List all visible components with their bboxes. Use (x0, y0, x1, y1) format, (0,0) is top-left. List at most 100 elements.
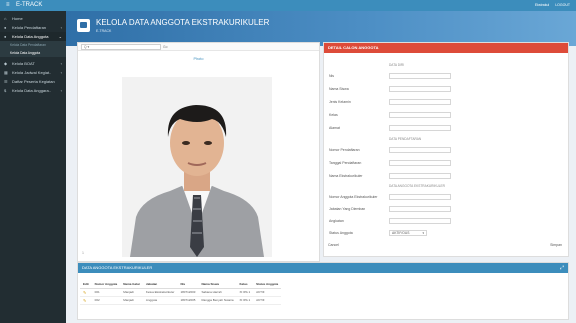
label-status: Status Anggota (329, 231, 353, 235)
kelas-field[interactable] (389, 112, 451, 118)
table-cell: XI IPA 1 (236, 288, 254, 297)
sidebar-item-label: Kelola Data Anggota (12, 34, 49, 39)
table-cell: Manjadi (120, 288, 143, 297)
label-tgl-daftar: Tanggal Pendaftaran (329, 161, 362, 165)
col-status[interactable]: Status Anggota (253, 281, 282, 289)
col-nama-siswa[interactable]: Nama Siswa (198, 281, 237, 289)
col-jabatan[interactable]: Jabatan (142, 281, 178, 289)
menu-icon[interactable]: ≡ (6, 2, 10, 8)
form-title: DETAIL CALON ANGGOTA (324, 43, 568, 53)
go-button[interactable]: Go (163, 44, 175, 50)
calendar-icon: ▦ (4, 70, 8, 75)
sidebar-item-peserta[interactable]: ☰ Daftar Peserta Kegiatan (0, 77, 66, 86)
label-alamat: Alamat (329, 126, 340, 130)
col-nomor-anggota[interactable]: Nomor Anggota (91, 281, 121, 289)
logout-link[interactable]: LOGOUT (555, 3, 570, 8)
tanggal-pendaftaran-field[interactable] (389, 160, 451, 166)
alamat-field[interactable] (389, 125, 451, 131)
table-cell: 180712003 (177, 288, 199, 297)
chevron-left-icon: ‹ (60, 88, 62, 93)
breadcrumb[interactable]: E-TRACK (96, 29, 111, 33)
sidebar-item-anggota[interactable]: ● Kelola Data Anggota ⌄ (0, 32, 66, 41)
page-title: KELOLA DATA ANGGOTA EKSTRAKURIKULER (96, 18, 270, 27)
status-select[interactable]: AKTIF/OUS ▾ (389, 230, 427, 236)
cancel-button[interactable]: Cancel (328, 243, 339, 247)
nis-field[interactable] (389, 73, 451, 79)
sidebar-subitem-anggota[interactable]: Kelola Data Anggota (0, 49, 66, 57)
photo-footer: 1 (82, 251, 84, 255)
sidebar-item-jadwal[interactable]: ▦ Kelola Jadwal Kegiat.. ‹ (0, 68, 66, 77)
angkatan-field[interactable] (389, 218, 451, 224)
table-title: DATA ANGGOTA EKSTRAKURIKULER (78, 263, 568, 273)
table-header-row: Edit Nomor Anggota Nama Gelar Jabatan Ni… (80, 281, 282, 289)
label-no-daftar: Nomor Pendaftaran (329, 148, 360, 152)
jabatan-field[interactable] (389, 206, 451, 212)
member-photo-image (122, 77, 272, 257)
chevron-left-icon: ‹ (60, 61, 62, 66)
table-cell: AKTIF (253, 296, 282, 305)
home-icon: ⌂ (4, 16, 7, 21)
sidebar-item-label: Kelola Jadwal Kegiat.. (12, 70, 52, 75)
members-table: Edit Nomor Anggota Nama Gelar Jabatan Ni… (80, 281, 282, 305)
table-cell: Ketua Ekstrakurikuler (142, 288, 178, 297)
dollar-icon: $ (4, 88, 7, 93)
sidebar: ⌂ Home ● Kelola Pendaftaran ‹ ● Kelola D… (0, 11, 66, 323)
table-cell: 180712005 (177, 296, 199, 305)
label-kelas: Kelas (329, 113, 338, 117)
search-input[interactable]: Q ▾ (81, 44, 161, 50)
top-navbar: ≡ E-TRACK Ekstrakul LOGOUT (0, 0, 576, 11)
boat-icon: ◆ (4, 61, 8, 66)
table-cell: 001 (91, 288, 121, 297)
table-cell: Anggota (142, 296, 178, 305)
topbar-right: Ekstrakul LOGOUT (535, 3, 570, 8)
sidebar-subitem-pendaftaran[interactable]: Kelola Data Pendaftaran (0, 41, 66, 49)
sidebar-item-boat[interactable]: ◆ Kelola BOAT ‹ (0, 59, 66, 68)
photo-panel: Q ▾ Go Photo 1 (77, 42, 320, 262)
sidebar-item-anggaran[interactable]: $ Kelola Data Anggara.. ‹ (0, 86, 66, 95)
col-nama-gelar[interactable]: Nama Gelar (120, 281, 143, 289)
label-no-anggota: Nomor Anggota Ekstrakurikuler (329, 195, 378, 199)
col-edit[interactable]: Edit (80, 281, 92, 289)
label-jk: Jenis Kelamin (329, 100, 351, 104)
nomor-anggota-field[interactable] (389, 194, 451, 200)
chevron-down-icon: ⌄ (58, 34, 62, 39)
folder-icon (77, 19, 90, 32)
table-row[interactable]: ✎ 001 Manjadi Ketua Ekstrakurikuler 1807… (80, 288, 282, 297)
col-kelas[interactable]: Kelas (236, 281, 254, 289)
table-row[interactable]: ✎ 002 Manjadi Anggota 180712005 Rangga B… (80, 296, 282, 305)
sidebar-item-home[interactable]: ⌂ Home (0, 14, 66, 23)
nama-field[interactable] (389, 86, 451, 92)
col-nis[interactable]: Nis (177, 281, 199, 289)
jenis-kelamin-field[interactable] (389, 99, 451, 105)
sidebar-item-label: Daftar Peserta Kegiatan (12, 79, 55, 84)
chevron-left-icon: ‹ (60, 70, 62, 75)
detail-form-panel: DETAIL CALON ANGGOTA DATA DIRI Nis Nama … (323, 42, 569, 257)
sidebar-item-label: Kelola Pendaftaran (12, 25, 47, 30)
table-cell: Sabana Harrah (198, 288, 237, 297)
save-button[interactable]: Simpan (550, 243, 562, 247)
user-menu[interactable]: Ekstrakul (535, 3, 549, 8)
chevron-left-icon: ‹ (60, 25, 62, 30)
member-photo (122, 77, 272, 257)
edit-icon[interactable]: ✎ (80, 288, 92, 297)
photo-label: Photo (193, 57, 204, 61)
sidebar-item-label: Kelola BOAT (12, 61, 35, 66)
user-icon: ● (4, 25, 7, 30)
table-cell: Manjadi (120, 296, 143, 305)
photo-toolbar: Q ▾ Go (78, 43, 319, 51)
sidebar-item-label: Home (12, 16, 23, 21)
label-nis: Nis (329, 74, 335, 78)
edit-icon[interactable]: ✎ (80, 296, 92, 305)
section-data-diri: DATA DIRI (389, 63, 405, 67)
ekstrakurikuler-field[interactable] (389, 173, 451, 179)
label-ekskul: Nama Ekstrakurikuler (329, 174, 363, 178)
status-value: AKTIF/OUS (392, 231, 410, 235)
table-cell: Rangga Benyah Notaria (198, 296, 237, 305)
nomor-pendaftaran-field[interactable] (389, 147, 451, 153)
app-title[interactable]: E-TRACK (16, 2, 42, 9)
table-cell: XI IPA 1 (236, 296, 254, 305)
sidebar-item-label: Kelola Data Anggara.. (12, 88, 51, 93)
table-cell: 002 (91, 296, 121, 305)
expand-icon[interactable]: ⤢ (560, 263, 564, 273)
sidebar-item-pendaftaran[interactable]: ● Kelola Pendaftaran ‹ (0, 23, 66, 32)
